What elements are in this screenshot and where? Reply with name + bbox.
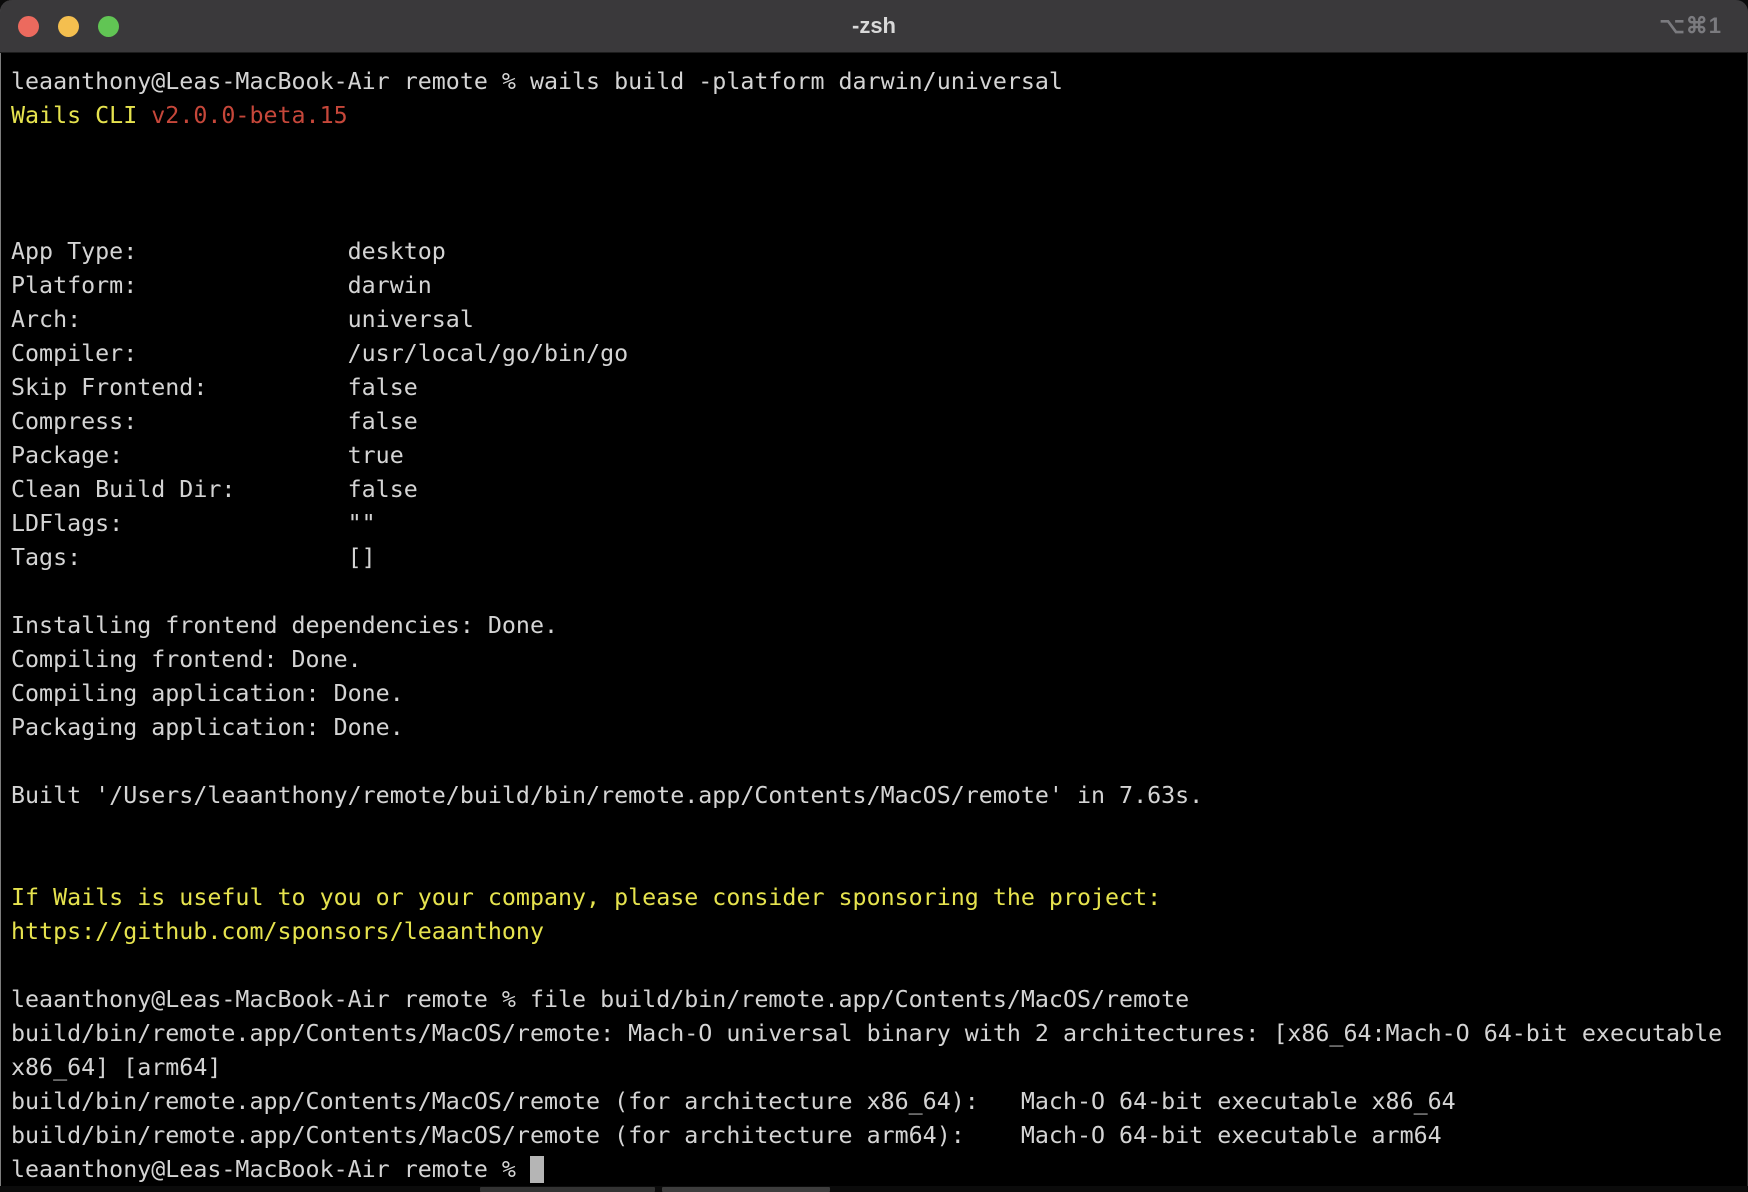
text-segment: Wails CLI xyxy=(11,102,151,129)
window-title: -zsh xyxy=(0,13,1748,39)
background-window-blurred-text xyxy=(662,1187,830,1192)
text-segment: false xyxy=(348,408,418,435)
window-shortcut-hint: ⌥⌘1 xyxy=(1659,13,1722,39)
terminal-line: Skip Frontend: false xyxy=(11,371,1733,405)
text-segment: https://github.com/sponsors/leaanthony xyxy=(11,918,544,945)
terminal-line: Built '/Users/leaanthony/remote/build/bi… xyxy=(11,779,1733,813)
text-segment: /usr/local/go/bin/go xyxy=(348,340,629,367)
terminal-window: -zsh ⌥⌘1 leaanthony@Leas-MacBook-Air rem… xyxy=(0,0,1748,1186)
terminal-line: Compiling frontend: Done. xyxy=(11,643,1733,677)
text-segment: Built '/Users/leaanthony/remote/build/bi… xyxy=(11,782,1203,809)
terminal-line: Arch: universal xyxy=(11,303,1733,337)
terminal-line: If Wails is useful to you or your compan… xyxy=(11,881,1733,915)
text-segment: universal xyxy=(348,306,474,333)
terminal-line: leaanthony@Leas-MacBook-Air remote % wai… xyxy=(11,65,1733,99)
text-segment: false xyxy=(348,476,418,503)
terminal-line: build/bin/remote.app/Contents/MacOS/remo… xyxy=(11,1017,1733,1051)
terminal-line xyxy=(11,949,1733,983)
text-segment: Compress: xyxy=(11,408,348,435)
text-segment: [] xyxy=(348,544,376,571)
text-segment: Skip Frontend: xyxy=(11,374,348,401)
text-segment: Package: xyxy=(11,442,348,469)
text-segment: build/bin/remote.app/Contents/MacOS/remo… xyxy=(11,1088,1456,1115)
text-segment: Installing frontend dependencies: Done. xyxy=(11,612,558,639)
terminal-line xyxy=(11,813,1733,847)
window-titlebar[interactable]: -zsh ⌥⌘1 xyxy=(0,0,1748,53)
text-segment: "" xyxy=(348,510,376,537)
terminal-line: leaanthony@Leas-MacBook-Air remote % xyxy=(11,1153,1733,1187)
background-window-sliver xyxy=(0,1186,1748,1192)
text-segment: Clean Build Dir: xyxy=(11,476,348,503)
terminal-line: build/bin/remote.app/Contents/MacOS/remo… xyxy=(11,1085,1733,1119)
terminal-line: Compiler: /usr/local/go/bin/go xyxy=(11,337,1733,371)
terminal-line: leaanthony@Leas-MacBook-Air remote % fil… xyxy=(11,983,1733,1017)
terminal-line: App Type: desktop xyxy=(11,235,1733,269)
terminal-line: https://github.com/sponsors/leaanthony xyxy=(11,915,1733,949)
terminal-line: Compress: false xyxy=(11,405,1733,439)
background-window-blurred-text xyxy=(480,1187,655,1192)
text-segment: leaanthony@Leas-MacBook-Air remote % wai… xyxy=(11,68,1063,95)
terminal-line: Installing frontend dependencies: Done. xyxy=(11,609,1733,643)
text-segment: If Wails is useful to you or your compan… xyxy=(11,884,1161,911)
text-segment: Packaging application: Done. xyxy=(11,714,404,741)
terminal-line: Packaging application: Done. xyxy=(11,711,1733,745)
text-segment: v2.0.0-beta.15 xyxy=(151,102,347,129)
terminal-line: Package: true xyxy=(11,439,1733,473)
text-segment: App Type: xyxy=(11,238,348,265)
text-segment: x86_64] [arm64] xyxy=(11,1054,221,1081)
text-segment: true xyxy=(348,442,404,469)
text-segment: leaanthony@Leas-MacBook-Air remote % xyxy=(11,1156,530,1183)
text-segment: LDFlags: xyxy=(11,510,348,537)
text-segment: false xyxy=(348,374,418,401)
terminal-line: Compiling application: Done. xyxy=(11,677,1733,711)
terminal-line xyxy=(11,201,1733,235)
text-segment: desktop xyxy=(348,238,446,265)
terminal-line: Wails CLI v2.0.0-beta.15 xyxy=(11,99,1733,133)
terminal-cursor xyxy=(530,1156,544,1183)
text-segment: Arch: xyxy=(11,306,348,333)
terminal-line: build/bin/remote.app/Contents/MacOS/remo… xyxy=(11,1119,1733,1153)
terminal-line: LDFlags: "" xyxy=(11,507,1733,541)
text-segment: Tags: xyxy=(11,544,348,571)
terminal-line: Clean Build Dir: false xyxy=(11,473,1733,507)
terminal-line: x86_64] [arm64] xyxy=(11,1051,1733,1085)
text-segment: Compiler: xyxy=(11,340,348,367)
terminal-output[interactable]: leaanthony@Leas-MacBook-Air remote % wai… xyxy=(1,53,1747,1187)
terminal-line: Platform: darwin xyxy=(11,269,1733,303)
terminal-line xyxy=(11,167,1733,201)
text-segment: Platform: xyxy=(11,272,348,299)
terminal-line xyxy=(11,133,1733,167)
text-segment: leaanthony@Leas-MacBook-Air remote % fil… xyxy=(11,986,1189,1013)
text-segment: Compiling application: Done. xyxy=(11,680,404,707)
terminal-line xyxy=(11,745,1733,779)
text-segment: darwin xyxy=(348,272,432,299)
text-segment: Compiling frontend: Done. xyxy=(11,646,362,673)
text-segment: build/bin/remote.app/Contents/MacOS/remo… xyxy=(11,1122,1442,1149)
terminal-line xyxy=(11,847,1733,881)
text-segment: build/bin/remote.app/Contents/MacOS/remo… xyxy=(11,1020,1722,1047)
terminal-line: Tags: [] xyxy=(11,541,1733,575)
terminal-line xyxy=(11,575,1733,609)
